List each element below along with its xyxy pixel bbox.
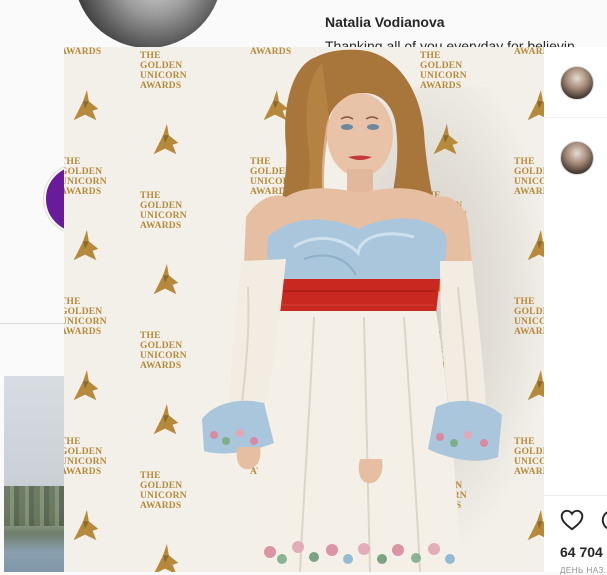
post-sidebar: 64 704 ДЕНЬ НАЗ...: [544, 47, 607, 575]
profile-avatar[interactable]: [74, 0, 222, 48]
grid-thumbnail[interactable]: [4, 376, 64, 572]
divider: [544, 495, 607, 496]
post-date: ДЕНЬ НАЗ...: [560, 566, 607, 575]
likes-count[interactable]: 64 704: [560, 544, 603, 560]
woman-in-gown: [202, 49, 502, 572]
profile-username[interactable]: Natalia Vodianova: [325, 14, 445, 30]
post-photo: THEGOLDENUNICORNAWARDSTHEGOLDENUNICORNAW…: [64, 47, 544, 572]
comment-icon[interactable]: [599, 507, 607, 533]
heart-icon[interactable]: [559, 507, 585, 533]
comment-avatar[interactable]: [560, 141, 594, 175]
author-avatar[interactable]: [560, 66, 594, 100]
divider: [544, 117, 607, 118]
